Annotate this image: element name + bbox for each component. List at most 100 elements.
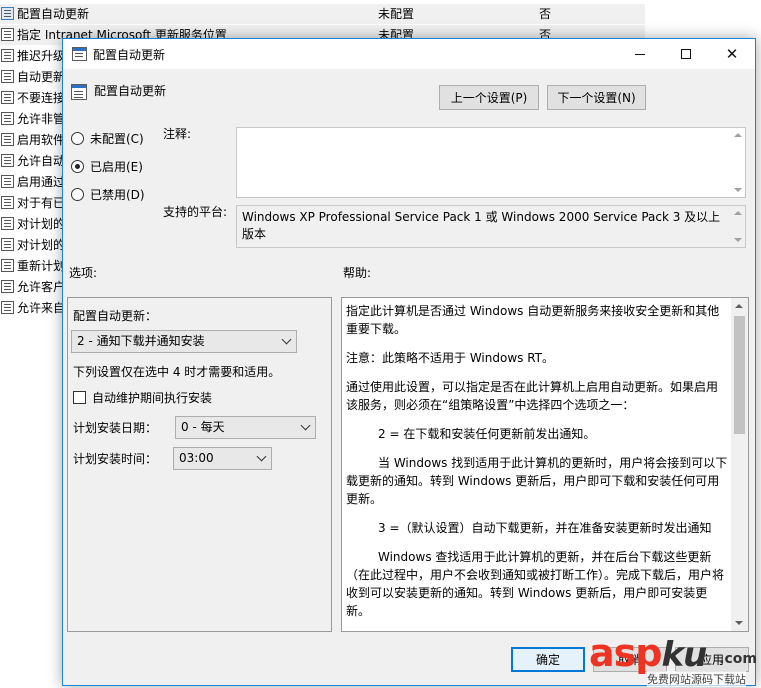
help-paragraph: 2 = 在下载和安装任何更新前发出通知。 bbox=[378, 427, 596, 441]
title-bar[interactable]: 配置自动更新 ✕ bbox=[63, 39, 755, 69]
policy-name-cell: 启用通过 bbox=[17, 175, 66, 189]
policy-icon bbox=[1, 49, 14, 62]
config-update-select[interactable]: 2 - 通知下载并通知安装 bbox=[71, 330, 297, 353]
chevron-down-icon bbox=[256, 451, 267, 462]
policy-config-icon bbox=[1, 7, 14, 20]
scroll-up-icon[interactable] bbox=[735, 304, 743, 308]
policy-icon bbox=[1, 196, 14, 209]
cancel-button[interactable]: 取消 bbox=[593, 647, 667, 672]
policy-icon bbox=[1, 28, 14, 41]
apply-button[interactable]: 应用 bbox=[675, 647, 749, 672]
radio-label: 未配置(C) bbox=[90, 132, 144, 146]
policy-name-cell: 允许来自 bbox=[17, 301, 66, 315]
policy-icon bbox=[1, 70, 14, 83]
policy-name-cell: 自动更新 bbox=[17, 70, 66, 84]
policy-name: 配置自动更新 bbox=[94, 84, 167, 98]
policy-icon bbox=[1, 112, 14, 125]
install-time-value: 03:00 bbox=[179, 451, 214, 465]
minimize-button[interactable] bbox=[617, 39, 663, 69]
policy-icon bbox=[1, 154, 14, 167]
help-label: 帮助: bbox=[343, 266, 372, 280]
policy-state-cell: 未配置 bbox=[378, 7, 415, 21]
help-paragraph: 注意：此策略不适用于 Windows RT。 bbox=[346, 351, 554, 365]
scroll-down-icon[interactable] bbox=[734, 188, 742, 192]
policy-icon bbox=[1, 175, 14, 188]
install-time-select[interactable]: 03:00 bbox=[173, 447, 272, 470]
policy-icon bbox=[1, 259, 14, 272]
minimize-icon bbox=[635, 53, 645, 55]
policy-list-row[interactable]: 配置自动更新 未配置 否 bbox=[0, 4, 645, 24]
config-auto-update-dialog: 配置自动更新 ✕ 配置自动更新 上一个设置(P) 下一个设置(N) 未配置(C)… bbox=[62, 38, 756, 686]
policy-name-cell: 重新计划 bbox=[17, 259, 66, 273]
policy-name-cell: 不要连接 bbox=[17, 91, 66, 105]
scroll-down-icon[interactable] bbox=[734, 238, 742, 242]
install-time-label: 计划安装时间： bbox=[73, 452, 158, 466]
policy-icon bbox=[1, 217, 14, 230]
next-setting-button[interactable]: 下一个设置(N) bbox=[547, 85, 646, 110]
close-icon: ✕ bbox=[725, 45, 739, 63]
policy-name-cell: 配置自动更新 bbox=[17, 7, 90, 21]
scroll-down-icon[interactable] bbox=[735, 621, 743, 625]
policy-name-cell: 启用软件 bbox=[17, 133, 66, 147]
maintenance-install-checkbox[interactable] bbox=[73, 391, 86, 404]
scroll-up-icon[interactable] bbox=[734, 211, 742, 215]
platform-scrollbar[interactable] bbox=[730, 206, 745, 247]
install-day-select[interactable]: 0 - 每天 bbox=[175, 416, 316, 439]
platform-text: Windows XP Professional Service Pack 1 或… bbox=[242, 210, 721, 241]
checkbox-label: 自动维护期间执行安装 bbox=[92, 391, 213, 405]
comment-textarea[interactable] bbox=[236, 127, 746, 198]
policy-setting-icon bbox=[71, 84, 87, 100]
help-paragraph: 当 Windows 找到适用于此计算机的更新时，用户将会接到可以下载更新的通知。… bbox=[346, 456, 728, 506]
radio-label: 已启用(E) bbox=[90, 160, 143, 174]
maintenance-install-checkbox-row[interactable]: 自动维护期间执行安装 bbox=[73, 389, 212, 406]
policy-comment-cell: 否 bbox=[539, 7, 552, 21]
policy-window-icon bbox=[72, 47, 87, 61]
help-scrollbar[interactable] bbox=[731, 298, 748, 631]
policy-name-cell: 推迟升级 bbox=[17, 49, 66, 63]
help-text: 指定此计算机是否通过 Windows 自动更新服务来接收安全更新和其他重要下载。… bbox=[346, 302, 729, 631]
help-paragraph: Windows 查找适用于此计算机的更新，并在后台下载这些更新（在此过程中，用户… bbox=[346, 550, 725, 618]
help-paragraph: 3 =（默认设置）自动下载更新，并在准备安装更新时发出通知 bbox=[378, 521, 712, 535]
radio-enabled[interactable]: 已启用(E) bbox=[71, 158, 143, 175]
policy-name-cell: 允许自动 bbox=[17, 154, 66, 168]
policy-icon bbox=[1, 238, 14, 251]
window-title: 配置自动更新 bbox=[93, 48, 166, 62]
radio-circle[interactable] bbox=[71, 132, 84, 145]
policy-icon bbox=[1, 280, 14, 293]
chevron-down-icon bbox=[300, 420, 311, 431]
install-day-label: 计划安装日期： bbox=[73, 421, 158, 435]
policy-icon bbox=[1, 133, 14, 146]
radio-disabled[interactable]: 已禁用(D) bbox=[71, 186, 145, 203]
platform-field: Windows XP Professional Service Pack 1 或… bbox=[236, 205, 746, 248]
policy-icon bbox=[1, 91, 14, 104]
maximize-button[interactable] bbox=[663, 39, 709, 69]
policy-icon bbox=[1, 301, 14, 314]
scroll-up-icon[interactable] bbox=[734, 133, 742, 137]
policy-name-cell: 允许非管 bbox=[17, 112, 66, 126]
config-update-label: 配置自动更新： bbox=[73, 309, 158, 323]
comment-scrollbar[interactable] bbox=[730, 128, 745, 197]
help-paragraph: 指定此计算机是否通过 Windows 自动更新服务来接收安全更新和其他重要下载。 bbox=[346, 304, 720, 336]
close-button[interactable]: ✕ bbox=[709, 39, 755, 69]
scroll-thumb[interactable] bbox=[734, 316, 745, 434]
help-paragraph: 通过使用此设置，可以指定是否在此计算机上启用自动更新。如果启用该服务，则必须在“… bbox=[346, 380, 719, 412]
policy-name-cell: 对于有已 bbox=[17, 196, 66, 210]
comment-label: 注释: bbox=[163, 127, 192, 141]
radio-not-configured[interactable]: 未配置(C) bbox=[71, 130, 144, 147]
chevron-down-icon bbox=[281, 334, 292, 345]
platform-label: 支持的平台: bbox=[163, 205, 228, 219]
policy-name-cell: 对计划的 bbox=[17, 238, 66, 252]
install-day-value: 0 - 每天 bbox=[181, 420, 225, 434]
config-update-value: 2 - 通知下载并通知安装 bbox=[77, 334, 205, 348]
radio-label: 已禁用(D) bbox=[90, 188, 145, 202]
radio-circle[interactable] bbox=[71, 188, 84, 201]
policy-name-cell: 对计划的 bbox=[17, 217, 66, 231]
radio-circle[interactable] bbox=[71, 160, 84, 173]
previous-setting-button[interactable]: 上一个设置(P) bbox=[439, 85, 539, 110]
maximize-icon bbox=[681, 49, 691, 59]
policy-name-cell: 允许客户 bbox=[17, 280, 66, 294]
options-panel: 配置自动更新： 2 - 通知下载并通知安装 下列设置仅在选中 4 时才需要和适用… bbox=[67, 297, 332, 632]
help-panel: 指定此计算机是否通过 Windows 自动更新服务来接收安全更新和其他重要下载。… bbox=[341, 297, 749, 632]
ok-button[interactable]: 确定 bbox=[511, 647, 585, 672]
options-label: 选项: bbox=[69, 266, 98, 280]
